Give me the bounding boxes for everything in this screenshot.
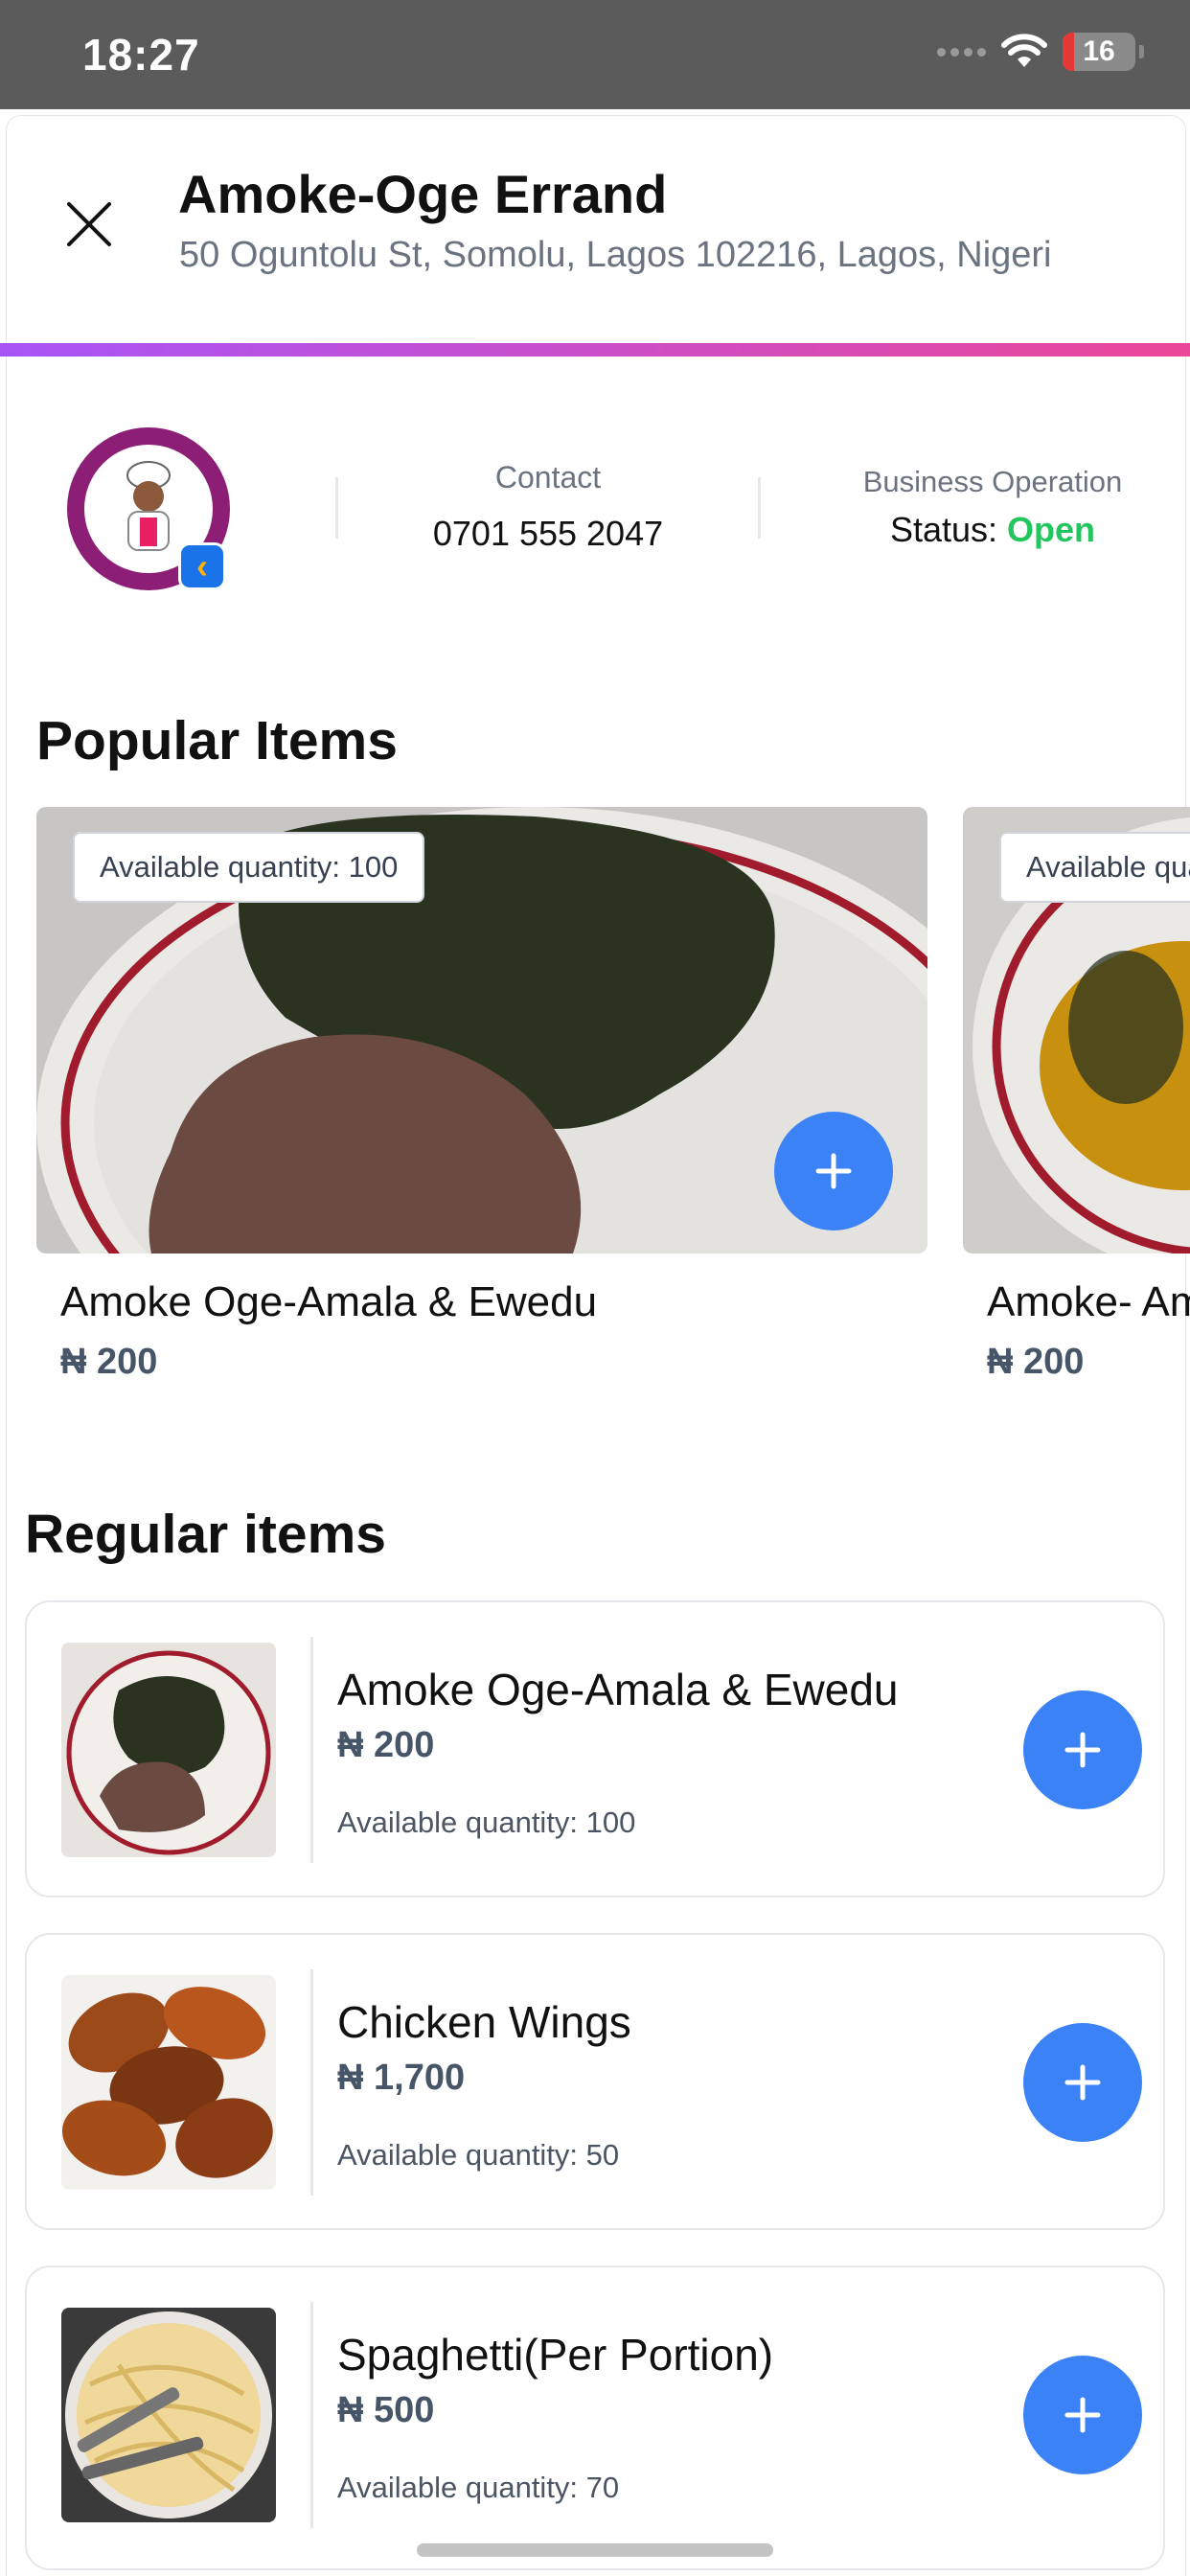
regular-item-card[interactable]: Spaghetti(Per Portion) ₦ 500 Available q…: [25, 2266, 1165, 2570]
status-bar: 18:27 16: [0, 0, 1190, 109]
contact-label: Contact: [494, 460, 602, 494]
battery-percent: 16: [1083, 35, 1115, 67]
operation-label: Business Operation: [862, 465, 1123, 498]
battery-icon: 16: [1063, 33, 1135, 71]
popular-item-price: ₦ 200: [60, 1342, 158, 1382]
popular-item-name: Amoke Oge-Amala & Ewedu: [60, 1278, 598, 1325]
home-indicator[interactable]: [417, 2543, 773, 2557]
status-open-value: Open: [1007, 510, 1096, 549]
regular-item-name: Chicken Wings: [337, 1997, 631, 2047]
regular-item-price: ₦ 500: [337, 2390, 435, 2430]
amala-ewedu-thumbnail: [61, 1643, 276, 1857]
regular-item-card[interactable]: Chicken Wings ₦ 1,700 Available quantity…: [25, 1933, 1165, 2230]
chicken-wings-thumbnail: [61, 1975, 276, 2190]
regular-items-heading: Regular items: [25, 1504, 386, 1565]
status-icons: 16: [937, 33, 1144, 71]
popular-item-name: Amoke- Amala & Ewedu: [987, 1278, 1190, 1325]
popular-item-card[interactable]: Available quantity: 100: [36, 807, 927, 1254]
close-icon[interactable]: [61, 196, 117, 252]
popular-item-price: ₦ 200: [987, 1342, 1085, 1382]
item-divider: [310, 1969, 313, 2196]
add-to-cart-button[interactable]: [1023, 2023, 1142, 2142]
regular-item-quantity: Available quantity: 100: [337, 1806, 636, 1839]
status-time: 18:27: [82, 30, 200, 80]
available-quantity-tag: Available quantity: 100: [73, 832, 425, 903]
contact-phone[interactable]: 0701 555 2047: [383, 514, 713, 554]
info-divider: [758, 477, 761, 539]
plus-icon: [815, 1153, 852, 1189]
info-divider: [335, 477, 338, 539]
regular-item-quantity: Available quantity: 70: [337, 2471, 620, 2504]
status-label: Status:: [889, 510, 998, 549]
operation-status: Status: Open: [824, 510, 1161, 550]
regular-item-card[interactable]: Amoke Oge-Amala & Ewedu ₦ 200 Available …: [25, 1600, 1165, 1898]
regular-item-price: ₦ 200: [337, 1725, 435, 1765]
regular-item-name: Spaghetti(Per Portion): [337, 2330, 774, 2380]
plus-icon: [1064, 1732, 1101, 1768]
store-logo: ‹: [67, 427, 230, 590]
plus-icon: [1064, 2064, 1101, 2101]
add-to-cart-button[interactable]: [1023, 1690, 1142, 1809]
item-divider: [310, 1637, 313, 1863]
add-to-cart-button[interactable]: [774, 1112, 893, 1230]
regular-item-price: ₦ 1,700: [337, 2058, 466, 2098]
spaghetti-thumbnail: [61, 2308, 276, 2522]
item-divider: [310, 2302, 313, 2528]
popular-items-heading: Popular Items: [36, 710, 398, 771]
badge-icon: ‹: [178, 542, 226, 590]
store-title: Amoke-Oge Errand: [178, 164, 668, 224]
available-quantity-tag: Available quantity: 100: [999, 832, 1190, 903]
regular-item-name: Amoke Oge-Amala & Ewedu: [337, 1665, 899, 1714]
plus-icon: [1064, 2397, 1101, 2433]
cellular-signal-icon: [937, 47, 986, 57]
add-to-cart-button[interactable]: [1023, 2356, 1142, 2474]
gradient-divider: [0, 343, 1190, 356]
regular-item-quantity: Available quantity: 50: [337, 2138, 620, 2172]
chef-icon: [126, 461, 171, 551]
popular-item-card[interactable]: Available quantity: 100: [963, 807, 1190, 1254]
store-address: 50 Oguntolu St, Somolu, Lagos 102216, La…: [179, 235, 1052, 275]
wifi-icon: [1001, 34, 1047, 67]
